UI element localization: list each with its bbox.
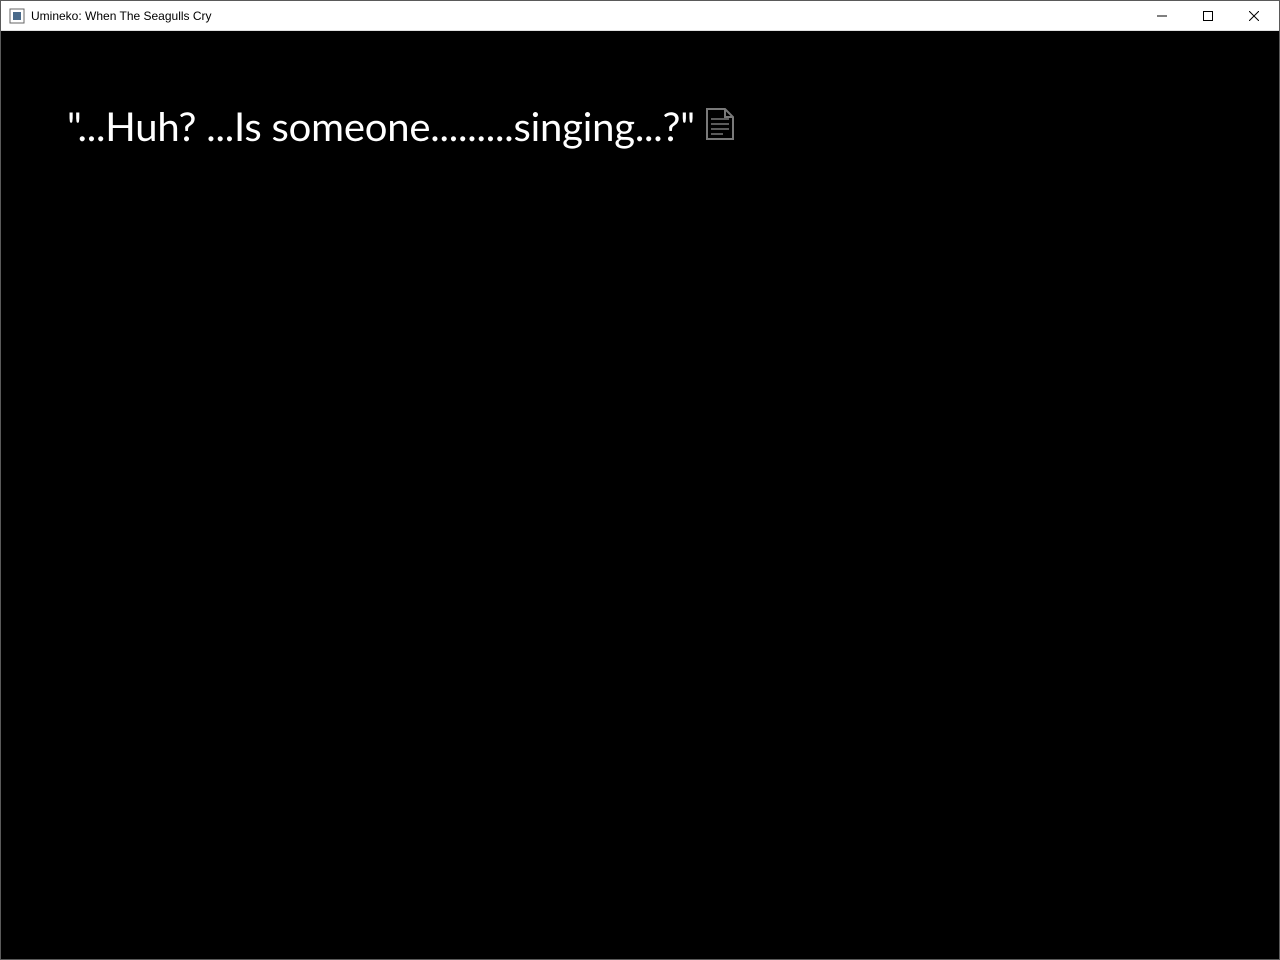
minimize-button[interactable] [1139, 1, 1185, 30]
dialogue-box: "...Huh? ...Is someone.........singing..… [67, 101, 1219, 151]
close-button[interactable] [1231, 1, 1277, 30]
dialogue-text: "...Huh? ...Is someone.........singing..… [67, 101, 695, 151]
page-advance-icon [705, 107, 735, 141]
window-controls [1139, 1, 1277, 30]
titlebar: Umineko: When The Seagulls Cry [1, 1, 1279, 31]
maximize-button[interactable] [1185, 1, 1231, 30]
app-icon [9, 8, 25, 24]
window-title: Umineko: When The Seagulls Cry [31, 9, 1139, 23]
game-viewport[interactable]: "...Huh? ...Is someone.........singing..… [1, 31, 1279, 959]
app-window: Umineko: When The Seagulls Cry "...Huh? … [0, 0, 1280, 960]
